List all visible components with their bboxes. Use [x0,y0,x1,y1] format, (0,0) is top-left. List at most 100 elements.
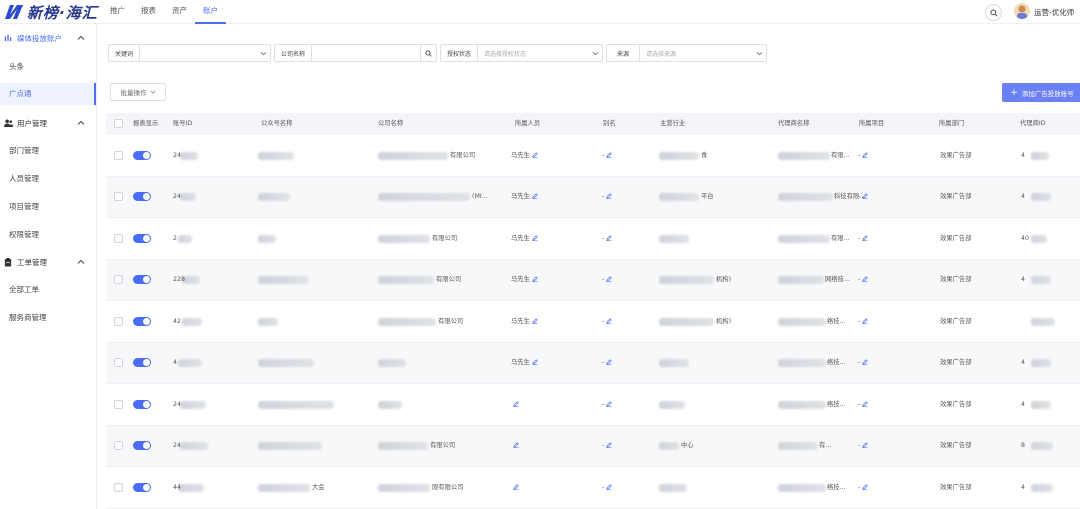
source-select[interactable]: 请选择来源 [640,45,752,61]
project-value: - [858,483,861,491]
report-display-toggle[interactable] [133,192,151,202]
nav-item-promotion[interactable]: 推广 [102,0,133,24]
edit-icon[interactable] [862,276,869,283]
edit-icon[interactable] [532,276,538,283]
chevron-down-icon[interactable] [260,51,267,56]
edit-icon[interactable] [606,401,613,407]
redacted-company [378,317,436,326]
bulk-actions-button[interactable]: 批量操作 [110,83,166,101]
report-display-toggle[interactable] [133,482,151,492]
alias-cell: - [602,483,613,493]
redacted-agency [778,359,826,368]
row-checkbox[interactable] [114,316,123,326]
chevron-down-icon[interactable] [592,51,599,56]
edit-icon[interactable] [606,359,613,366]
sidebar-group-tickets[interactable]: 工单管理 [0,252,97,272]
account-id-cell: 44 [173,483,182,491]
logo[interactable]: 新榜·海汇 [4,2,98,22]
edit-icon[interactable] [532,235,538,241]
row-checkbox[interactable] [114,275,123,285]
column-header-department: 所属部门 [939,120,965,127]
avatar[interactable] [1014,3,1030,19]
edit-icon[interactable] [606,484,613,490]
report-display-toggle[interactable] [133,233,151,243]
edit-icon[interactable] [532,359,538,366]
keyword-input[interactable] [140,45,256,61]
add-ad-account-button[interactable]: + 添加广告投放账号 [1002,83,1080,102]
company-input[interactable] [312,45,420,61]
report-display-toggle[interactable] [133,150,151,160]
edit-icon[interactable] [862,442,869,449]
company-filter: 公司名称 [274,44,437,62]
project-value: - [858,442,861,450]
edit-icon[interactable] [606,152,613,158]
sidebar-group-media-accounts[interactable]: 媒体投放账户 [0,28,97,48]
alias-value: - [602,193,605,201]
edit-icon[interactable] [606,318,613,324]
sidebar-item-service-providers[interactable]: 服务商管理 [0,307,96,329]
project-cell: - [858,358,869,368]
sidebar-item-toutiao[interactable]: 头条 [0,56,96,78]
edit-icon[interactable] [532,193,538,200]
redacted-account-id [178,234,192,243]
project-cell: - [858,441,869,451]
row-checkbox[interactable] [114,482,123,492]
edit-icon[interactable] [862,401,869,407]
edit-icon[interactable] [513,401,519,407]
edit-icon[interactable] [532,152,538,158]
bulk-actions-label: 批量操作 [120,89,147,97]
report-display-toggle[interactable] [133,441,151,451]
industry-cell: 机构) [716,317,732,325]
alias-cell: - [602,234,613,244]
sidebar-item-all-tickets[interactable]: 全部工单 [0,279,96,301]
report-display-toggle[interactable] [133,358,151,368]
project-cell: - [858,234,869,244]
sidebar-group-user-management[interactable]: 用户管理 [0,113,97,133]
company-search-button[interactable] [420,45,436,61]
edit-icon[interactable] [862,484,869,490]
row-checkbox[interactable] [114,192,123,202]
row-checkbox[interactable] [114,233,123,243]
auth-status-select[interactable]: 请选择授权状态 [478,45,588,61]
row-checkbox[interactable] [114,150,123,160]
nav-item-assets[interactable]: 资产 [164,0,195,24]
sidebar-item-projects[interactable]: 项目管理 [0,196,96,218]
sidebar-item-staff[interactable]: 人员管理 [0,168,96,190]
row-checkbox[interactable] [114,399,123,409]
report-display-toggle[interactable] [133,275,151,285]
select-all-checkbox[interactable] [114,119,123,128]
company-cell: 有限公司 [438,317,464,325]
nav-item-accounts[interactable]: 账户 [195,0,226,24]
redacted-industry [659,234,689,243]
edit-icon[interactable] [862,152,869,158]
edit-icon[interactable] [862,193,869,200]
edit-icon[interactable] [862,318,869,324]
row-checkbox[interactable] [114,441,123,451]
project-value: - [858,151,861,159]
nav-item-reports[interactable]: 报表 [133,0,164,24]
sidebar-item-guangdiantong[interactable]: 广点通 [0,83,96,105]
redacted-agency-id [1031,400,1051,409]
edit-icon[interactable] [606,235,613,241]
main-nav: 推广 报表 资产 账户 [102,0,226,24]
edit-icon[interactable] [513,442,519,449]
sidebar-item-permissions[interactable]: 权限管理 [0,224,96,246]
edit-icon[interactable] [606,276,613,283]
redacted-account-id [178,359,202,368]
report-display-toggle[interactable] [133,399,151,409]
chevron-down-icon[interactable] [756,51,763,56]
edit-icon[interactable] [862,359,869,366]
sidebar-item-departments[interactable]: 部门管理 [0,140,96,162]
global-search-button[interactable] [985,4,1002,21]
edit-icon[interactable] [513,484,519,490]
report-display-toggle[interactable] [133,316,151,326]
edit-icon[interactable] [532,318,538,324]
edit-icon[interactable] [606,193,613,200]
department-cell: 效果广告部 [940,151,972,159]
user-name[interactable]: 运营-优化师 [1034,7,1074,18]
edit-icon[interactable] [606,442,613,449]
edit-icon[interactable] [862,235,869,241]
redacted-agency-id [1031,151,1049,160]
row-checkbox[interactable] [114,358,123,368]
owner-name: 马先生 [511,193,530,201]
